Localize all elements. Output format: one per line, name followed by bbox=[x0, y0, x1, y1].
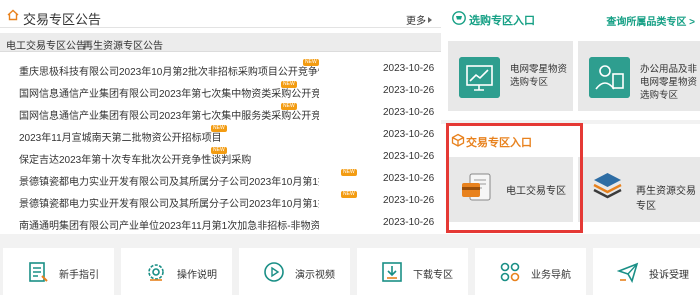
notice-panel: 交易专区公告 更多 电工交易专区公告 再生资源专区公告 重庆思极科技有限公司20… bbox=[0, 0, 441, 234]
new-badge: NEW bbox=[281, 103, 297, 110]
notice-item-date: 2023-10-26 bbox=[383, 63, 435, 74]
purchase-title: 选购专区入口 bbox=[469, 15, 535, 27]
home-icon bbox=[7, 9, 19, 21]
office-supplies-icon bbox=[589, 57, 630, 98]
notice-item-title[interactable]: 景德镇瓷都电力实业开发有限公司及其所属分子公司2023年10月第1批次货物类非招… bbox=[19, 195, 319, 210]
tab-electrical-notice[interactable]: 电工交易专区公告 bbox=[6, 37, 86, 52]
notice-item-title[interactable]: 2023年11月宣城南天第二批物资公开招标项目 bbox=[19, 129, 222, 144]
grid-material-purchase-card[interactable]: 电网零星物资选购专区 bbox=[448, 41, 573, 111]
gear-icon bbox=[148, 264, 164, 281]
new-badge: NEW bbox=[303, 59, 319, 66]
chart-board-icon bbox=[459, 57, 500, 98]
quick-link-label: 业务导航 bbox=[531, 270, 571, 281]
list-item[interactable]: 景德镇瓷都电力实业开发有限公司及其所属分子公司2023年10月第1批次服务类非招… bbox=[0, 168, 441, 190]
notice-item-title[interactable]: 国网信息通信产业集团有限公司2023年第七次集中服务类采购公开竞争性谈判 bbox=[19, 107, 319, 122]
quick-link-label: 新手指引 bbox=[59, 270, 99, 281]
trade-title: 交易专区入口 bbox=[466, 137, 532, 149]
notice-item-date: 2023-10-26 bbox=[383, 85, 435, 96]
notice-item-title[interactable]: 重庆思极科技有限公司2023年10月第2批次非招标采购项目公开竞争性谈判采购 bbox=[19, 63, 319, 78]
quick-link-nav[interactable]: 业务导航 bbox=[475, 248, 586, 295]
nav-grid-icon bbox=[500, 262, 520, 282]
list-item[interactable]: 2023年11月宣城南天第二批物资公开招标项目 NEW 2023-10-26 bbox=[0, 124, 441, 146]
electrical-trade-icon bbox=[462, 173, 491, 201]
notice-title: 交易专区公告 bbox=[23, 12, 102, 27]
notice-item-date: 2023-10-26 bbox=[383, 107, 435, 118]
list-item[interactable]: 保定吉达2023年第十次专车批次公开竞争性谈判采购 NEW 2023-10-26 bbox=[0, 146, 441, 168]
quick-link-complaint[interactable]: 投诉受理 bbox=[593, 248, 700, 295]
list-item[interactable]: 重庆思极科技有限公司2023年10月第2批次非招标采购项目公开竞争性谈判采购 N… bbox=[0, 58, 441, 80]
new-badge: NEW bbox=[341, 191, 357, 198]
card-label: 电网零星物资选购专区 bbox=[510, 64, 568, 88]
notice-header: 交易专区公告 更多 bbox=[0, 0, 441, 28]
list-item[interactable]: 国网信息通信产业集团有限公司2023年第七次集中物资类采购公开竞争性谈判 NEW… bbox=[0, 80, 441, 102]
purchase-section: 选购专区入口 查询所属品类专区 > 电网零星物资选购专区 办公用品及非电网零星物… bbox=[441, 0, 700, 120]
list-item[interactable]: 国网信息通信产业集团有限公司2023年第七次集中服务类采购公开竞争性谈判 NEW… bbox=[0, 102, 441, 124]
tab-recycle-notice[interactable]: 再生资源专区公告 bbox=[83, 37, 163, 52]
notice-item-title[interactable]: 南通通明集团有限公司产业单位2023年11月第1次加急非招标-非物资-公开竞谈 bbox=[19, 217, 319, 232]
list-item[interactable]: 南通通明集团有限公司产业单位2023年11月第1次加急非招标-非物资-公开竞谈 … bbox=[0, 212, 441, 234]
quick-link-download[interactable]: 下载专区 bbox=[357, 248, 468, 295]
recycle-trade-card[interactable]: 再生资源交易专区 bbox=[578, 157, 700, 222]
complaint-icon bbox=[617, 262, 639, 283]
cart-icon bbox=[452, 11, 466, 25]
card-label: 电工交易专区 bbox=[506, 186, 566, 197]
electrical-trade-card[interactable]: 电工交易专区 bbox=[448, 157, 573, 222]
guide-icon bbox=[29, 262, 48, 282]
quick-link-guide[interactable]: 新手指引 bbox=[3, 248, 114, 295]
notice-item-title[interactable]: 国网信息通信产业集团有限公司2023年第七次集中物资类采购公开竞争性谈判 bbox=[19, 85, 319, 100]
recycle-resource-icon bbox=[593, 173, 622, 199]
more-arrow-icon bbox=[428, 17, 432, 23]
notice-item-title[interactable]: 景德镇瓷都电力实业开发有限公司及其所属分子公司2023年10月第1批次服务类非招… bbox=[19, 173, 319, 188]
box-icon bbox=[451, 133, 465, 147]
quick-link-operation[interactable]: 操作说明 bbox=[121, 248, 232, 295]
card-label: 再生资源交易专区 bbox=[636, 186, 696, 212]
notice-item-date: 2023-10-26 bbox=[383, 195, 435, 206]
card-label: 办公用品及非电网零星物资选购专区 bbox=[640, 64, 698, 101]
new-badge: NEW bbox=[341, 169, 357, 176]
query-category-link[interactable]: 查询所属品类专区 > bbox=[606, 13, 695, 28]
notice-item-date: 2023-10-26 bbox=[383, 129, 435, 140]
notice-item-date: 2023-10-26 bbox=[383, 151, 435, 162]
more-label: 更多 bbox=[406, 16, 426, 27]
new-badge: NEW bbox=[211, 147, 227, 154]
download-icon bbox=[382, 262, 402, 282]
notice-item-date: 2023-10-26 bbox=[383, 217, 435, 228]
new-badge: NEW bbox=[211, 125, 227, 132]
list-item[interactable]: 景德镇瓷都电力实业开发有限公司及其所属分子公司2023年10月第1批次货物类非招… bbox=[0, 190, 441, 212]
more-link[interactable]: 更多 bbox=[406, 12, 432, 27]
notice-tabs: 电工交易专区公告 再生资源专区公告 bbox=[0, 33, 441, 52]
office-supplies-purchase-card[interactable]: 办公用品及非电网零星物资选购专区 bbox=[578, 41, 700, 111]
quick-link-label: 投诉受理 bbox=[649, 270, 689, 281]
new-badge: NEW bbox=[281, 81, 297, 88]
quick-link-video[interactable]: 演示视频 bbox=[239, 248, 350, 295]
play-icon bbox=[264, 262, 284, 282]
quick-link-label: 下载专区 bbox=[413, 270, 453, 281]
quick-link-label: 演示视频 bbox=[295, 270, 335, 281]
quick-link-label: 操作说明 bbox=[177, 270, 217, 281]
notice-item-date: 2023-10-26 bbox=[383, 173, 435, 184]
trade-section: 交易专区入口 电工交易专区 再生资源交易专区 bbox=[441, 124, 700, 234]
